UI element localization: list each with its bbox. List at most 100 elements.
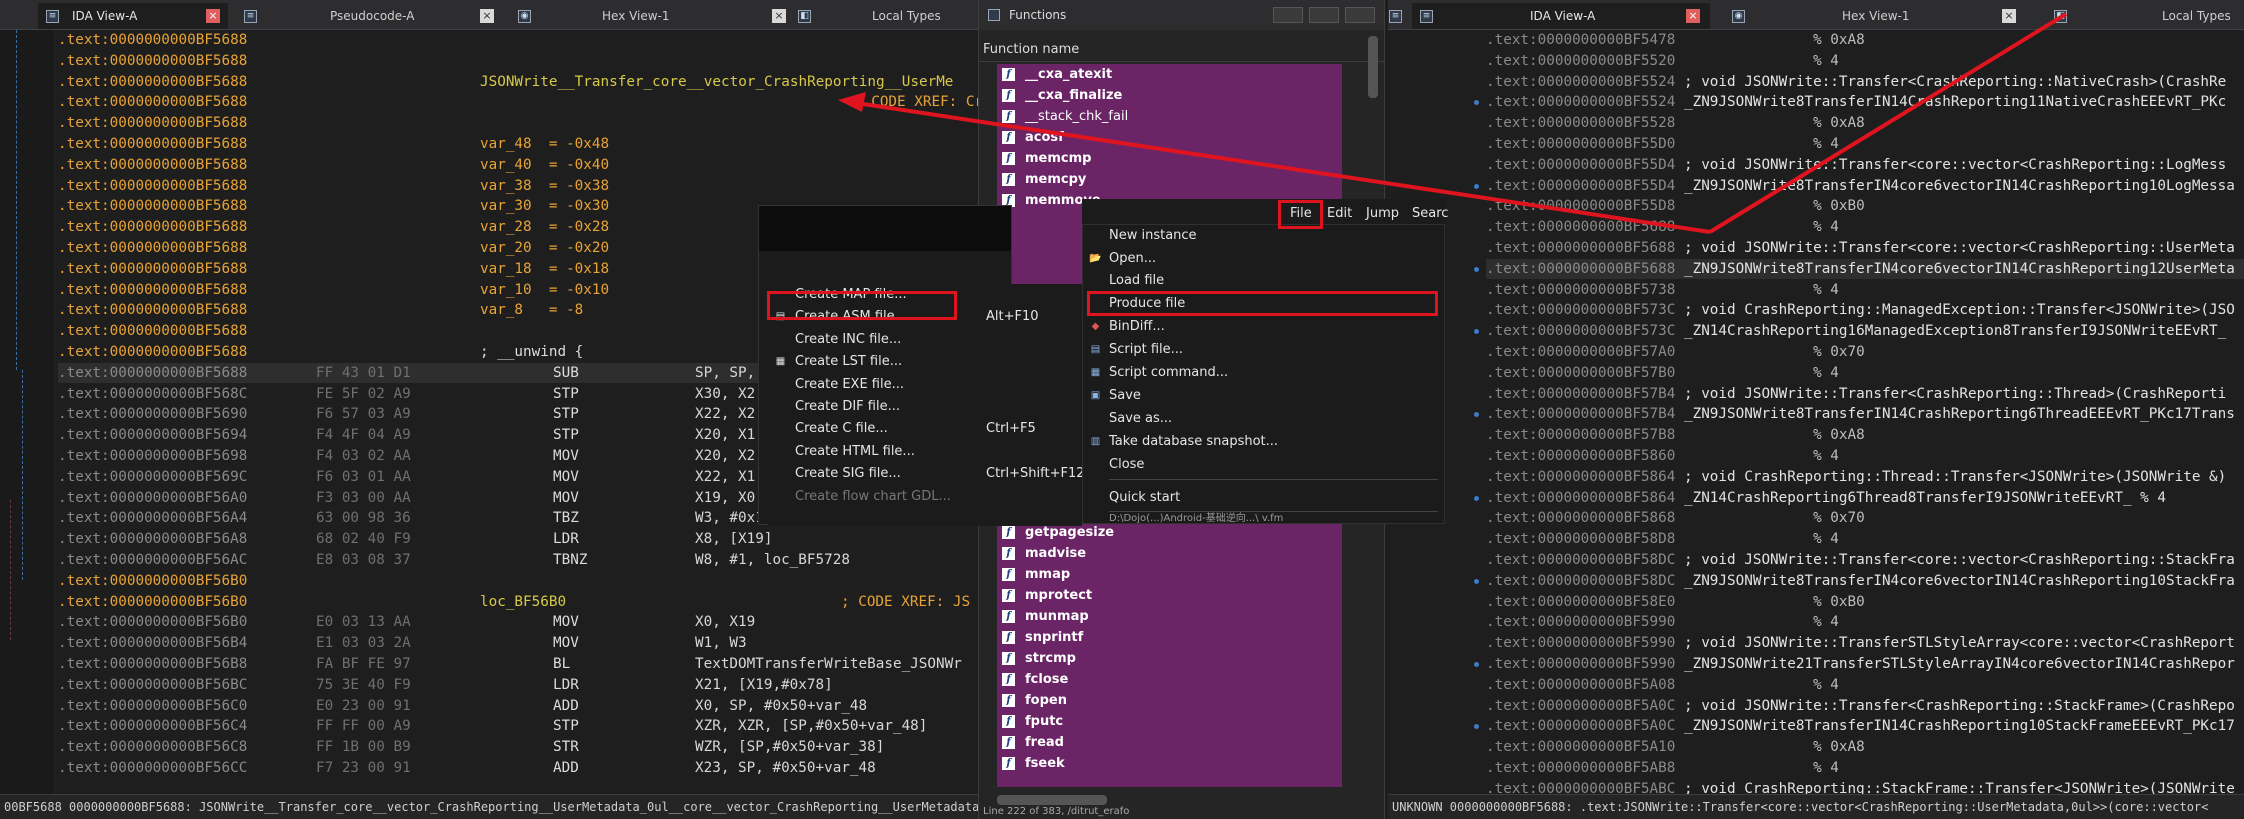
function-list-item[interactable]: f snprintf [997,627,1083,648]
submenu-item[interactable]: Create SIG file... Ctrl+Shift+F12 [768,463,1084,485]
code-line[interactable]: .text:0000000000BF56B8 FA BF FE 97 BL TextD… [58,654,980,674]
code-line[interactable]: .text:0000000000BF5990 _ZN9JSONWrite21Tr… [1486,654,2244,674]
code-line[interactable]: .text:0000000000BF5864 _ZN14CrashReporti… [1486,488,2244,508]
breakpoint-dot[interactable] [1474,329,1479,335]
code-line[interactable]: .text:0000000000BF5A0C ; void JSONWrite:… [1486,696,2244,716]
function-list-item[interactable]: f fopen [997,690,1067,711]
function-list-item[interactable]: f acosf [997,127,1064,148]
file-menu-item[interactable]: Load file [1083,270,1444,292]
close-icon[interactable]: × [772,9,786,23]
code-line[interactable]: .text:0000000000BF56C0 E0 23 00 91 ADD X0, … [58,696,980,716]
tab-local-types[interactable]: ◧ Local Types [2046,3,2244,29]
function-list-item[interactable]: f mprotect [997,585,1092,606]
function-list-item[interactable]: f fclose [997,669,1068,690]
file-menu-item[interactable]: ▦ Script command... [1083,362,1444,384]
file-menu-item[interactable]: ◆ BinDiff... [1083,316,1444,338]
code-line[interactable]: .text:0000000000BF5688 [58,113,980,133]
code-line[interactable]: .text:0000000000BF5AB8 % 4 [1486,758,2244,778]
recent-file-item[interactable]: D:\Dojo(...)Android-基础逆向...\ v.fm [1083,513,1444,525]
code-line[interactable]: .text:0000000000BF56B0 [58,571,980,591]
code-line[interactable]: .text:0000000000BF5A08 % 4 [1486,675,2244,695]
function-list-item[interactable]: f madvise [997,543,1086,564]
close-icon[interactable]: × [2002,9,2016,23]
function-list-item[interactable]: f memcpy [997,169,1086,190]
code-line[interactable]: .text:0000000000BF5ABC ; void CrashRepor… [1486,779,2244,794]
breakpoint-dot[interactable] [1474,578,1479,584]
function-list-item[interactable]: f fseek [997,753,1065,774]
code-line[interactable]: .text:0000000000BF5990 % 4 [1486,612,2244,632]
code-line[interactable]: .text:0000000000BF55D8 % 0xB0 [1486,196,2244,216]
code-line[interactable]: .text:0000000000BF58DC ; void JSONWrite:… [1486,550,2244,570]
code-line[interactable]: .text:0000000000BF5688 ; void JSONWrite:… [1486,238,2244,258]
code-line[interactable]: .text:0000000000BF5520 % 4 [1486,51,2244,71]
code-line[interactable]: .text:0000000000BF573C ; void CrashRepor… [1486,300,2244,320]
code-line[interactable]: .text:0000000000BF55D4 ; void JSONWrite:… [1486,155,2244,175]
code-line[interactable]: .text:0000000000BF55D0 % 4 [1486,134,2244,154]
function-list-item[interactable]: f __cxa_atexit [997,64,1112,85]
code-line[interactable]: .text:0000000000BF5688 % 4 [1486,217,2244,237]
file-menu-item[interactable]: New instance [1083,225,1444,247]
code-line[interactable]: .text:0000000000BF58E0 % 0xB0 [1486,592,2244,612]
breakpoint-dot[interactable] [1474,662,1479,667]
code-line[interactable]: .text:0000000000BF5738 % 4 [1486,280,2244,300]
file-menu-item[interactable]: ▣ Save [1083,385,1444,407]
code-line[interactable]: .text:0000000000BF57B8 % 0xA8 [1486,425,2244,445]
tab-hex-view-1[interactable]: ◉ Hex View-1 × [510,3,788,29]
breakpoint-dot[interactable] [1474,412,1479,418]
code-line[interactable]: .text:0000000000BF5688 [58,51,980,71]
file-menu-item[interactable]: ▥ Take database snapshot... [1083,431,1444,453]
code-line[interactable]: .text:0000000000BF5524 _ZN9JSONWrite8Tra… [1486,92,2244,112]
code-line[interactable]: .text:0000000000BF5864 ; void CrashRepor… [1486,467,2244,487]
code-line[interactable]: .text:0000000000BF56CC F7 23 00 91 ADD X23,… [58,758,980,778]
function-list-item[interactable]: f fputc [997,711,1063,732]
code-line[interactable]: .text:0000000000BF573C _ZN14CrashReporti… [1486,321,2244,341]
window-button[interactable] [1273,7,1303,23]
file-menu-item[interactable]: 📂 Open... [1083,248,1444,270]
function-list-item[interactable]: f __cxa_finalize [997,85,1122,106]
code-line[interactable]: .text:0000000000BF5528 % 0xA8 [1486,113,2244,133]
code-line[interactable]: .text:0000000000BF5688 [58,30,980,50]
horizontal-scrollbar[interactable] [997,795,1107,805]
code-line[interactable]: .text:0000000000BF5A0C _ZN9JSONWrite8Tra… [1486,716,2244,736]
window-button[interactable] [1345,7,1375,23]
code-line[interactable]: .text:0000000000BF5688 var_38 = -0x38 [58,176,980,196]
code-line[interactable]: .text:0000000000BF56B0 loc_BF56B0 ; CODE X… [58,592,980,612]
code-line[interactable]: .text:0000000000BF5688 _ZN9JSONWrite8Tra… [1486,258,2244,279]
code-line[interactable]: .text:0000000000BF56C8 FF 1B 00 B9 STR WZR,… [58,737,980,757]
tab-ida-view-a[interactable]: ≡ IDA View-A × [1412,3,1710,29]
function-list-item[interactable]: f fread [997,732,1064,753]
code-line[interactable]: .text:0000000000BF57B0 % 4 [1486,363,2244,383]
code-line[interactable]: .text:0000000000BF5688 JSONWrite__Transfe… [58,72,980,92]
file-menu-item[interactable]: Save as... [1083,408,1444,430]
code-line[interactable]: .text:0000000000BF56BC 75 3E 40 F9 LDR X21,… [58,675,980,695]
function-list-item[interactable]: f mmap [997,564,1070,585]
code-line[interactable]: .text:0000000000BF56A8 68 02 40 F9 LDR X8, … [58,529,980,549]
close-icon[interactable]: × [206,9,220,23]
function-list-item[interactable]: f strcmp [997,648,1076,669]
submenu-item[interactable]: Create EXE file... [768,374,1082,396]
close-icon[interactable]: × [1686,9,1700,23]
disassembly-listing[interactable]: .text:0000000000BF5478 % 0xA8 .text:00000… [1486,30,2244,794]
code-line[interactable]: .text:0000000000BF56C4 FF FF 00 A9 STP XZR,… [58,716,980,736]
tab-pseudocode-a[interactable]: ≡ Pseudocode-A × [236,3,496,29]
code-line[interactable]: .text:0000000000BF56B0 E0 03 13 AA MOV X0, … [58,612,980,632]
submenu-item[interactable]: Create C file... Ctrl+F5 [768,418,1082,440]
code-line[interactable]: .text:0000000000BF56B4 E1 03 03 2A MOV W1, … [58,633,980,653]
code-line[interactable]: .text:0000000000BF5990 ; void JSONWrite:… [1486,633,2244,653]
tab-ida-view-a[interactable]: ≡ IDA View-A × [38,3,228,29]
vertical-scrollbar[interactable] [1368,36,1378,98]
breakpoint-dot[interactable] [1474,266,1479,272]
code-line[interactable]: .text:0000000000BF5524 ; void JSONWrite:… [1486,72,2244,92]
function-list-item[interactable]: f memcmp [997,148,1091,169]
breakpoint-dot[interactable] [1474,724,1479,730]
code-line[interactable]: .text:0000000000BF5688 ; CODE XREF: Cr [58,92,980,112]
column-header-function-name[interactable]: Function name [979,38,1384,62]
submenu-item[interactable]: ▦ Create LST file... [768,351,1082,373]
close-icon[interactable]: × [480,9,494,23]
breakpoint-dot[interactable] [1474,495,1479,501]
code-line[interactable]: .text:0000000000BF58D8 % 4 [1486,529,2244,549]
breakpoint-dot[interactable] [1474,100,1479,106]
code-line[interactable]: .text:0000000000BF57B4 ; void JSONWrite:… [1486,384,2244,404]
code-line[interactable]: .text:0000000000BF5478 % 0xA8 [1486,30,2244,50]
submenu-item[interactable]: Create INC file... [768,329,1082,351]
